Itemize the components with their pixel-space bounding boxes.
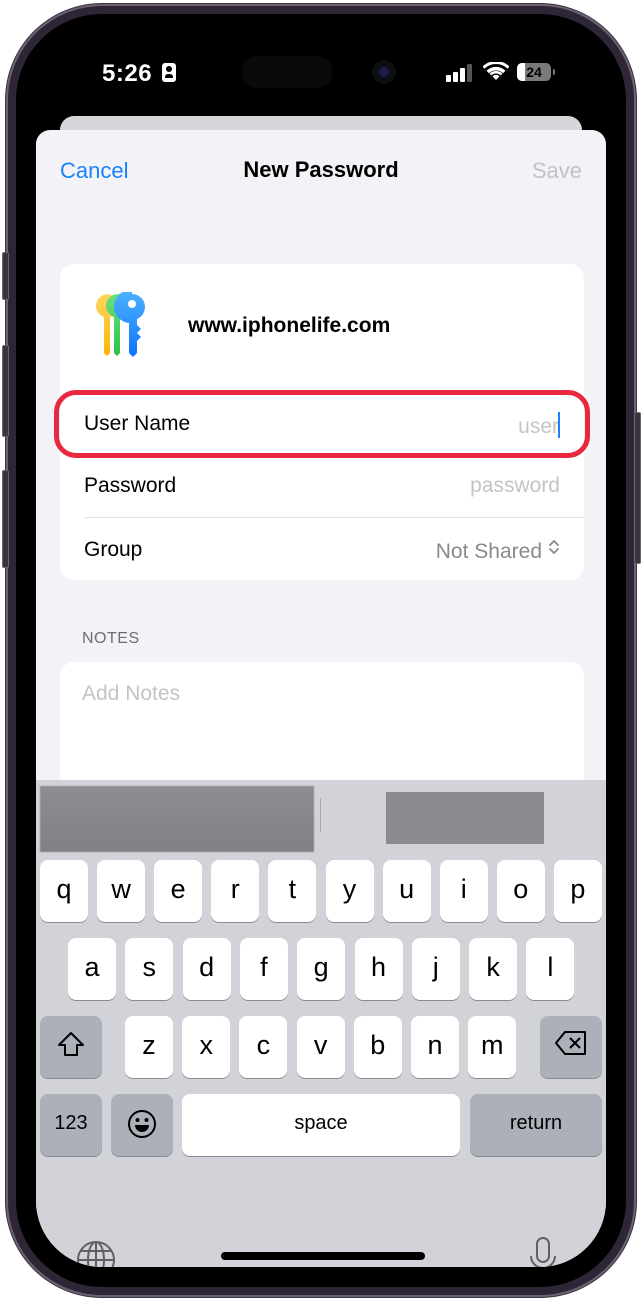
battery-level: 24 [526, 64, 542, 80]
contact-card-icon [162, 63, 176, 82]
key-i[interactable]: i [439, 860, 488, 922]
notes-header: NOTES [82, 630, 140, 647]
key-n[interactable]: n [411, 1016, 459, 1078]
microphone-icon[interactable] [528, 1236, 558, 1267]
page-title: New Password [243, 157, 399, 182]
globe-icon[interactable] [76, 1240, 116, 1267]
group-selector[interactable]: Not Shared [436, 538, 560, 564]
return-key[interactable]: return [470, 1094, 602, 1156]
password-row[interactable]: Password password [60, 454, 584, 518]
front-camera [372, 60, 396, 84]
delete-key[interactable] [540, 1016, 602, 1078]
numbers-key[interactable]: 123 [40, 1094, 102, 1156]
volume-up-button [2, 345, 9, 437]
notes-placeholder: Add Notes [82, 682, 181, 705]
key-s[interactable]: s [125, 938, 174, 1000]
highlight-outline [54, 390, 590, 458]
key-e[interactable]: e [154, 860, 203, 922]
battery-tip [553, 69, 555, 75]
group-label: Group [84, 538, 143, 561]
key-l[interactable]: l [526, 938, 575, 1000]
status-bar: 5:26 24 [36, 34, 606, 114]
website-label: www.iphonelife.com [188, 314, 391, 337]
password-label: Password [84, 474, 177, 497]
credential-card: www.iphonelife.com User Name user Passwo… [54, 264, 590, 582]
key-u[interactable]: u [382, 860, 431, 922]
key-b[interactable]: b [353, 1016, 402, 1078]
emoji-icon [128, 1110, 156, 1138]
power-button [634, 412, 641, 564]
key-y[interactable]: y [325, 860, 374, 922]
emoji-key[interactable] [111, 1094, 173, 1156]
key-x[interactable]: x [182, 1016, 231, 1078]
key-o[interactable]: o [496, 860, 545, 922]
key-v[interactable]: v [296, 1016, 345, 1078]
autofill-suggestion-2[interactable] [386, 792, 544, 844]
chevron-up-down-icon [548, 538, 560, 560]
save-button[interactable]: Save [532, 158, 582, 184]
key-t[interactable]: t [268, 860, 317, 922]
home-indicator[interactable] [221, 1252, 425, 1260]
key-p[interactable]: p [553, 860, 602, 922]
password-input[interactable]: password [470, 474, 560, 498]
volume-down-button [2, 470, 9, 568]
screen: 5:26 24 Cancel New Password Save www.iph… [36, 34, 606, 1267]
key-w[interactable]: w [97, 860, 146, 922]
delete-icon [555, 1031, 586, 1055]
dynamic-island [241, 56, 333, 88]
passwords-key-icon [96, 292, 145, 357]
key-m[interactable]: m [468, 1016, 517, 1078]
key-f[interactable]: f [239, 938, 288, 1000]
cellular-signal-icon [446, 64, 476, 82]
key-g[interactable]: g [297, 938, 346, 1000]
key-k[interactable]: k [469, 938, 518, 1000]
keyboard: qwertyuiop asdfghjkl zxcvbnm 123 space ret… [36, 780, 606, 1267]
shift-key[interactable] [40, 1016, 102, 1078]
space-key[interactable]: space [182, 1094, 460, 1156]
key-z[interactable]: z [125, 1016, 173, 1078]
key-q[interactable]: q [40, 860, 88, 922]
action-button [2, 252, 9, 300]
group-row[interactable]: Group Not Shared [60, 518, 584, 582]
autofill-suggestion-1[interactable] [40, 786, 314, 852]
wifi-icon [483, 62, 509, 80]
key-d[interactable]: d [182, 938, 231, 1000]
shift-icon [58, 1032, 84, 1056]
suggestion-divider [320, 798, 321, 832]
battery-icon: 24 [517, 63, 551, 81]
key-a[interactable]: a [68, 938, 116, 1000]
key-c[interactable]: c [239, 1016, 288, 1078]
key-r[interactable]: r [211, 860, 260, 922]
key-j[interactable]: j [411, 938, 460, 1000]
key-h[interactable]: h [354, 938, 403, 1000]
status-time: 5:26 [102, 60, 153, 87]
